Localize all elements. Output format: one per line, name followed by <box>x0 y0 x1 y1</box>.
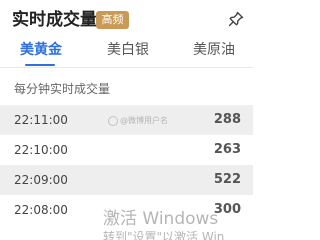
volume-panel: 实时成交量 高频 美黄金 美白银 美原油 每分钟实时成交量 22:11:00 2… <box>0 0 253 240</box>
tab-silver[interactable]: 美白银 <box>107 40 149 64</box>
tabs-divider <box>0 67 253 68</box>
list-item: 22:10:00 263 <box>0 135 253 165</box>
row-time: 22:09:00 <box>14 173 68 187</box>
row-volume: 300 <box>213 202 241 217</box>
list-item: 22:08:00 300 <box>0 195 253 225</box>
panel-title: 实时成交量 <box>12 10 97 30</box>
windows-activation-hint: 转到"设置"以激活 Win <box>103 230 225 240</box>
weibo-logo-icon <box>108 115 118 126</box>
pin-icon[interactable] <box>227 10 245 28</box>
row-time: 22:11:00 <box>14 113 68 127</box>
row-volume: 522 <box>213 172 241 187</box>
panel-header: 实时成交量 高频 <box>0 0 253 38</box>
tab-gold[interactable]: 美黄金 <box>20 40 62 64</box>
frequency-badge: 高频 <box>96 11 129 29</box>
active-tab-indicator <box>25 64 55 66</box>
list-item: 22:09:00 522 <box>0 165 253 195</box>
weibo-watermark-text: @微博用户名 <box>120 116 168 125</box>
commodity-tabs: 美黄金 美白银 美原油 <box>0 38 253 66</box>
row-time: 22:08:00 <box>14 203 68 217</box>
row-volume: 263 <box>213 142 241 157</box>
weibo-watermark: @微博用户名 <box>108 115 168 126</box>
tab-crude-oil[interactable]: 美原油 <box>193 40 235 64</box>
row-volume: 288 <box>213 112 241 127</box>
section-subtitle: 每分钟实时成交量 <box>14 82 111 96</box>
row-time: 22:10:00 <box>14 143 68 157</box>
